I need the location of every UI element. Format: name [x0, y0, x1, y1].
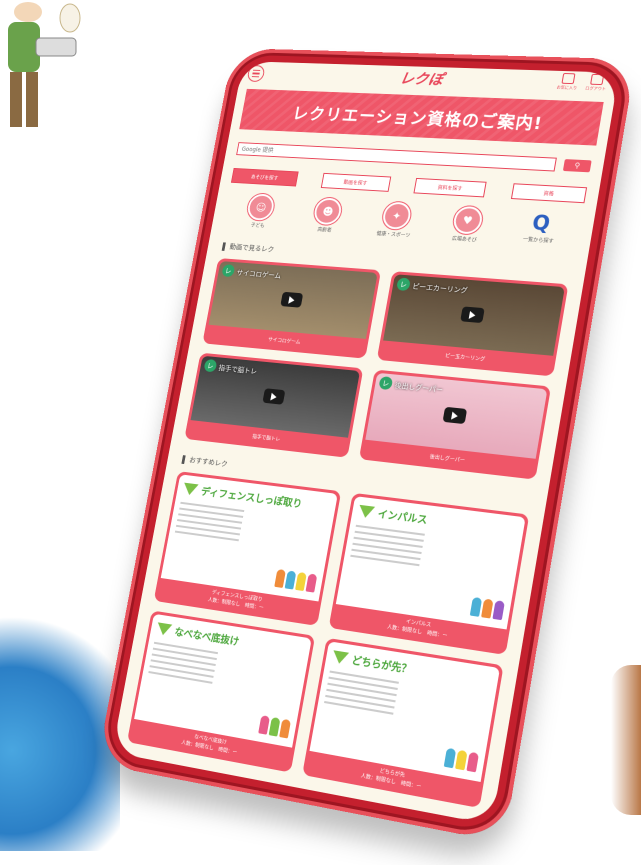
- category-children[interactable]: ☺ 子ども: [235, 193, 287, 230]
- category-family[interactable]: ♥ 広場あそび: [439, 205, 495, 244]
- bookmark-icon: [561, 72, 576, 85]
- elderly-icon: ☻: [312, 197, 344, 226]
- category-label: 広場あそび: [451, 235, 478, 244]
- recommend-card[interactable]: インパルス インパルス 人数：制限なし 時間：ー: [328, 492, 530, 656]
- tab-documents[interactable]: 資料を探す: [413, 177, 487, 198]
- play-button-icon[interactable]: [280, 291, 304, 308]
- illustration-background-blue: [0, 600, 120, 851]
- recommend-card[interactable]: どちらが先？ どちらが先 人数：制限なし 時間：ー: [302, 637, 504, 809]
- logout-label: ログアウト: [584, 85, 607, 92]
- family-icon: ♥: [451, 205, 484, 235]
- logout-icon: [590, 73, 605, 86]
- tablet-screen: レクぽ お気に入り ログアウト レクリエーション資格のご案内! ⚲ あそびを探す…: [112, 61, 620, 825]
- recommend-thumb-title: どちらが先？: [350, 655, 413, 677]
- sports-icon: ✦: [380, 201, 413, 231]
- video-card[interactable]: レ 指手で脳トレ 指手で脳トレ: [184, 352, 364, 458]
- category-label: 健康・スポーツ: [376, 230, 411, 239]
- video-card[interactable]: レ 後出しグーパー 後出しグーパー: [358, 369, 552, 480]
- video-thumb-title: 指手で脳トレ: [217, 364, 258, 376]
- text-lines: [174, 501, 245, 545]
- children-illustration: [443, 747, 480, 773]
- site-logo[interactable]: レクぽ: [398, 68, 445, 89]
- qualification-banner[interactable]: レクリエーション資格のご案内!: [239, 88, 604, 146]
- recommend-grid: ディフェンスしっぽ取り ディフェンスしっぽ取り 人数：制限なし 時間：ー インパル…: [126, 471, 530, 809]
- channel-logo-icon: レ: [396, 277, 411, 292]
- video-thumb-title: ピーエカーリング: [411, 282, 469, 295]
- triangle-icon: [357, 504, 376, 519]
- bookmark-label: お気に入り: [556, 84, 578, 91]
- play-button-icon[interactable]: [262, 388, 286, 405]
- channel-logo-icon: レ: [378, 376, 394, 391]
- recommend-thumb-title: インパルス: [376, 509, 429, 527]
- triangle-icon: [182, 482, 199, 496]
- children-icon: ☺: [246, 193, 277, 222]
- text-lines: [323, 670, 399, 719]
- category-label: 一覧から探す: [522, 236, 554, 245]
- hamburger-menu-icon[interactable]: [246, 65, 266, 83]
- video-thumb-title: サイコロゲーム: [235, 268, 282, 280]
- bookmark-button[interactable]: お気に入り: [556, 72, 579, 91]
- top-icons: お気に入り ログアウト: [556, 72, 609, 92]
- children-illustration: [258, 715, 292, 739]
- recommend-thumb-title: なべなべ底抜け: [173, 627, 240, 649]
- video-card[interactable]: レ サイコロゲーム サイコロゲーム: [202, 258, 382, 359]
- tab-play[interactable]: あそびを探す: [230, 167, 299, 187]
- illustration-background-right: [611, 665, 641, 815]
- video-card[interactable]: レ ピーエカーリング ピー玉カーリング: [376, 271, 569, 377]
- category-elderly[interactable]: ☻ 高齢者: [301, 197, 354, 235]
- category-sports[interactable]: ✦ 健康・スポーツ: [369, 201, 423, 240]
- children-illustration: [274, 568, 318, 593]
- recommend-card[interactable]: ディフェンスしっぽ取り ディフェンスしっぽ取り 人数：制限なし 時間：ー: [153, 471, 342, 626]
- logout-button[interactable]: ログアウト: [584, 73, 609, 92]
- text-lines: [350, 524, 425, 571]
- magnifier-icon: Q: [530, 210, 552, 236]
- tab-qualification[interactable]: 資格: [510, 183, 588, 204]
- search-input[interactable]: [236, 142, 557, 172]
- text-lines: [148, 641, 219, 688]
- channel-logo-icon: レ: [221, 264, 236, 278]
- tab-video[interactable]: 動画を探す: [320, 172, 391, 192]
- children-illustration: [469, 596, 505, 621]
- play-button-icon[interactable]: [442, 406, 468, 425]
- category-label: 子ども: [250, 222, 265, 230]
- search-icon: ⚲: [573, 161, 581, 170]
- category-list: ☺ 子ども ☻ 高齢者 ✦ 健康・スポーツ ♥ 広場あそび Q 一覧から探す: [224, 192, 580, 250]
- video-grid: レ サイコロゲーム サイコロゲーム レ ピーエカーリング ピー玉カーリング レ …: [184, 258, 569, 480]
- channel-logo-icon: レ: [203, 358, 218, 373]
- video-thumb-title: 後出しグーパー: [394, 381, 444, 395]
- recommend-card[interactable]: なべなべ底抜け なべなべ底抜け 人数：制限なし 時間：ー: [126, 610, 316, 773]
- triangle-icon: [331, 649, 350, 665]
- illustration-person: [8, 2, 81, 127]
- play-button-icon[interactable]: [460, 306, 485, 324]
- search-button[interactable]: ⚲: [562, 159, 592, 173]
- category-label: 高齢者: [316, 226, 332, 234]
- triangle-icon: [155, 621, 173, 636]
- tablet-frame: レクぽ お気に入り ログアウト レクリエーション資格のご案内! ⚲ あそびを探す…: [97, 48, 637, 843]
- category-all[interactable]: Q 一覧から探す: [511, 209, 568, 249]
- search-bar: ⚲: [236, 142, 592, 173]
